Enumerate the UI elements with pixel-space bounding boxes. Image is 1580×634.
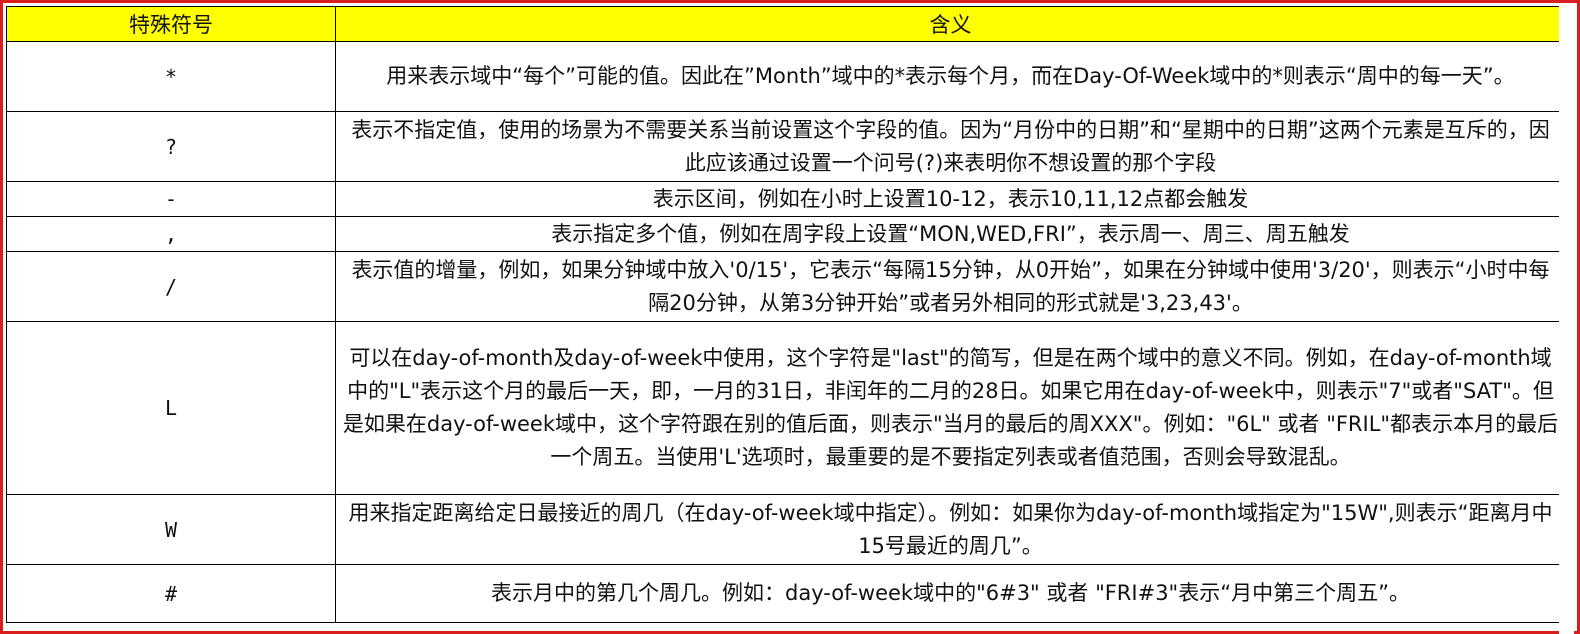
symbol-cell: # xyxy=(6,564,336,623)
table-row: - 表示区间，例如在小时上设置10-12，表示10,11,12点都会触发 xyxy=(6,181,1566,217)
meaning-cell: 表示不指定值，使用的场景为不需要关系当前设置这个字段的值。因为“月份中的日期”和… xyxy=(335,111,1566,182)
table-row: * 用来表示域中“每个”可能的值。因此在”Month”域中的*表示每个月，而在D… xyxy=(6,41,1566,112)
symbol-cell: L xyxy=(6,321,336,495)
meaning-cell: 用来表示域中“每个”可能的值。因此在”Month”域中的*表示每个月，而在Day… xyxy=(335,41,1566,112)
meaning-cell: 表示值的增量，例如，如果分钟域中放入'0/15'，它表示“每隔15分钟，从0开始… xyxy=(335,251,1566,322)
table-row: # 表示月中的第几个周几。例如：day-of-week域中的"6#3" 或者 "… xyxy=(6,564,1566,623)
symbol-cell: - xyxy=(6,181,336,217)
table-row: , 表示指定多个值，例如在周字段上设置“MON,WED,FRI”，表示周一、周三… xyxy=(6,216,1566,252)
right-edge-strip xyxy=(1559,6,1574,634)
symbol-cell: / xyxy=(6,251,336,322)
meaning-cell: 用来指定距离给定日最接近的周几（在day-of-week域中指定）。例如：如果你… xyxy=(335,494,1566,565)
header-row: 特殊符号 含义 xyxy=(6,6,1566,42)
meaning-cell: 表示区间，例如在小时上设置10-12，表示10,11,12点都会触发 xyxy=(335,181,1566,217)
symbol-cell: ? xyxy=(6,111,336,182)
table-row: / 表示值的增量，例如，如果分钟域中放入'0/15'，它表示“每隔15分钟，从0… xyxy=(6,251,1566,322)
symbol-cell: * xyxy=(6,41,336,112)
header-symbol: 特殊符号 xyxy=(6,6,336,42)
cron-special-characters-table: 特殊符号 含义 * 用来表示域中“每个”可能的值。因此在”Month”域中的*表… xyxy=(6,6,1566,623)
table-row: L 可以在day-of-month及day-of-week中使用，这个字符是"l… xyxy=(6,321,1566,495)
document-frame: 特殊符号 含义 * 用来表示域中“每个”可能的值。因此在”Month”域中的*表… xyxy=(0,0,1580,634)
symbol-cell: , xyxy=(6,216,336,252)
table-row: ? 表示不指定值，使用的场景为不需要关系当前设置这个字段的值。因为“月份中的日期… xyxy=(6,111,1566,182)
symbol-cell: W xyxy=(6,494,336,565)
meaning-cell: 可以在day-of-month及day-of-week中使用，这个字符是"las… xyxy=(335,321,1566,495)
table-row: W 用来指定距离给定日最接近的周几（在day-of-week域中指定）。例如：如… xyxy=(6,494,1566,565)
header-meaning: 含义 xyxy=(335,6,1566,42)
meaning-cell: 表示指定多个值，例如在周字段上设置“MON,WED,FRI”，表示周一、周三、周… xyxy=(335,216,1566,252)
meaning-cell: 表示月中的第几个周几。例如：day-of-week域中的"6#3" 或者 "FR… xyxy=(335,564,1566,623)
